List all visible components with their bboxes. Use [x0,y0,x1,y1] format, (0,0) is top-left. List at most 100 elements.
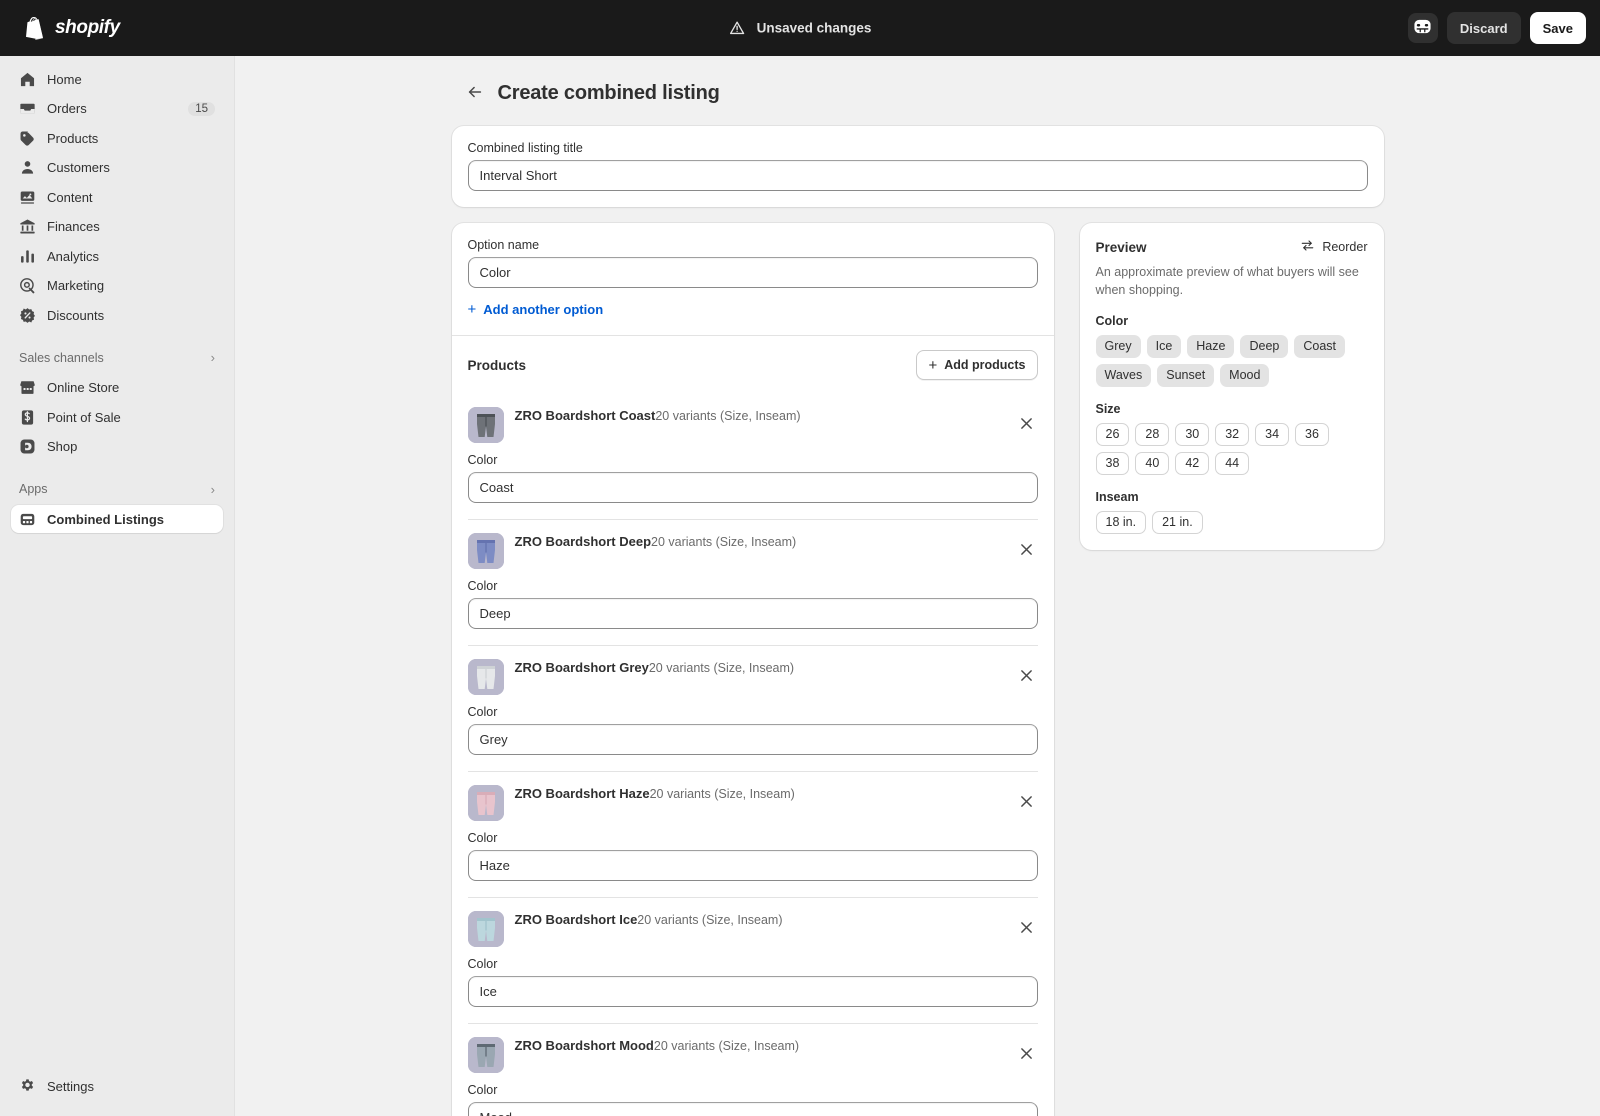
analytics-icon [19,248,36,265]
preview-chip[interactable]: 44 [1215,452,1250,475]
save-button[interactable]: Save [1529,12,1586,44]
preview-chip[interactable]: Sunset [1157,364,1215,387]
sidebar-navigation: Home Orders 15 Products Customers Content Fina… [0,56,235,1116]
remove-product-button[interactable] [1016,540,1038,562]
sidebar-item-settings[interactable]: Settings [11,1073,223,1101]
combined-listing-title-label: Combined listing title [467,141,583,155]
preview-chip[interactable]: Mood [1220,364,1270,387]
preview-chip[interactable]: 40 [1135,452,1170,475]
discard-button[interactable]: Discard [1446,12,1521,44]
user-avatar-button[interactable] [1407,13,1438,43]
product-color-input[interactable] [467,1102,1038,1116]
preview-chip[interactable]: 26 [1095,423,1130,446]
close-icon [1020,669,1033,685]
add-another-option-button[interactable]: + Add another option [468,302,604,317]
sidebar-item-point-of-sale[interactable]: Point of Sale [11,403,223,431]
combined-listing-title-input[interactable] [467,160,1368,191]
preview-chip[interactable]: Haze [1187,335,1235,358]
preview-title: Preview [1095,239,1147,255]
product-color-input[interactable] [467,850,1038,881]
close-icon [1020,417,1033,433]
sidebar-section-apps[interactable]: Apps › [11,476,223,502]
preview-chip[interactable]: 42 [1175,452,1210,475]
product-row: ZRO Boardshort Deep20 variants (Size, In… [467,519,1038,645]
chevron-right-icon: › [210,481,215,497]
remove-product-button[interactable] [1016,792,1038,814]
product-variant-count: 20 variants (Size, Inseam) [637,913,783,927]
product-name: ZRO Boardshort Grey [514,660,649,675]
preview-chip-list: 18 in. 21 in. [1095,511,1368,534]
preview-chip[interactable]: 36 [1295,423,1329,446]
product-name: ZRO Boardshort Coast [514,408,656,423]
page-header: Create combined listing [452,82,1384,105]
reorder-button[interactable]: Reorder [1300,238,1368,256]
preview-chip[interactable]: 34 [1255,423,1290,446]
sidebar-section-sales-channels[interactable]: Sales channels › [11,345,223,371]
chevron-right-icon: › [210,350,215,365]
preview-chip[interactable]: Coast [1294,335,1346,358]
sidebar-item-marketing[interactable]: Marketing [11,272,223,300]
sidebar-item-analytics[interactable]: Analytics [11,242,223,270]
sidebar-item-content[interactable]: Content [11,183,223,211]
product-row: ZRO Boardshort Grey20 variants (Size, In… [467,645,1038,771]
preview-chip[interactable]: Waves [1095,364,1152,387]
arrow-left-icon [466,83,484,104]
preview-chip[interactable]: 32 [1215,423,1250,446]
product-info: ZRO Boardshort Haze20 variants (Size, In… [515,785,1038,803]
preview-chip[interactable]: Ice [1146,335,1182,358]
product-variant-count: 20 variants (Size, Inseam) [655,409,801,423]
right-column: Preview Reorder An approximate preview o… [1079,223,1384,566]
product-color-field: Color [467,453,1038,503]
product-color-label: Color [467,831,498,845]
sidebar-item-combined-listings[interactable]: Combined Listings [11,505,223,533]
sidebar-item-label: Finances [47,219,100,234]
preview-chip[interactable]: 30 [1175,423,1210,446]
preview-chip[interactable]: 28 [1135,423,1170,446]
sidebar-item-customers[interactable]: Customers [11,154,223,182]
sidebar-item-shop[interactable]: Shop [11,433,223,461]
remove-product-button[interactable] [1016,666,1038,688]
add-products-button[interactable]: + Add products [916,350,1038,380]
preview-card-body: Preview Reorder An approximate preview o… [1080,223,1384,550]
preview-chip[interactable]: Grey [1095,335,1141,358]
main-scroll-area[interactable]: Create combined listing Combined listing… [235,56,1600,1116]
shopify-logo[interactable]: shopify [24,16,120,40]
product-thumbnail [467,1037,504,1073]
sidebar-item-finances[interactable]: Finances [11,213,223,241]
shopify-bag-icon [24,16,46,40]
remove-product-button[interactable] [1016,414,1038,436]
product-row-header: ZRO Boardshort Coast20 variants (Size, I… [467,407,1038,443]
sidebar-item-label: Settings [47,1079,94,1094]
back-button[interactable] [465,84,485,104]
option-name-input[interactable] [467,257,1038,288]
remove-product-button[interactable] [1016,918,1038,940]
product-thumbnail [467,911,504,947]
sidebar-item-label: Customers [47,160,110,175]
product-color-input[interactable] [467,598,1038,629]
product-color-field: Color [467,831,1038,881]
preview-chip[interactable]: 21 in. [1152,511,1203,534]
product-color-input[interactable] [467,472,1038,503]
product-color-field: Color [467,957,1038,1007]
sidebar-item-discounts[interactable]: Discounts [11,301,223,329]
apps-label: Apps [19,482,48,496]
home-icon [19,71,36,88]
product-color-field: Color [467,705,1038,755]
sidebar-item-orders[interactable]: Orders 15 [11,95,223,123]
sidebar-item-badge: 15 [188,101,215,116]
preview-chip[interactable]: 38 [1095,452,1130,475]
sidebar-item-products[interactable]: Products [11,124,223,152]
remove-product-button[interactable] [1016,1044,1038,1066]
product-color-input[interactable] [467,976,1038,1007]
sidebar-channels-group: Online Store Point of Sale Shop [11,374,223,463]
preview-chip[interactable]: Deep [1240,335,1289,358]
product-color-input[interactable] [467,724,1038,755]
sidebar-item-online-store[interactable]: Online Store [11,374,223,402]
product-row-header: ZRO Boardshort Mood20 variants (Size, In… [467,1037,1038,1073]
sidebar-item-label: Shop [47,439,78,454]
listing-title-card: Combined listing title [451,126,1384,207]
option-name-section: Option name + Add another option [452,223,1054,335]
sidebar-item-home[interactable]: Home [11,65,223,93]
preview-chip[interactable]: 18 in. [1095,511,1147,534]
product-thumbnail [467,659,504,695]
